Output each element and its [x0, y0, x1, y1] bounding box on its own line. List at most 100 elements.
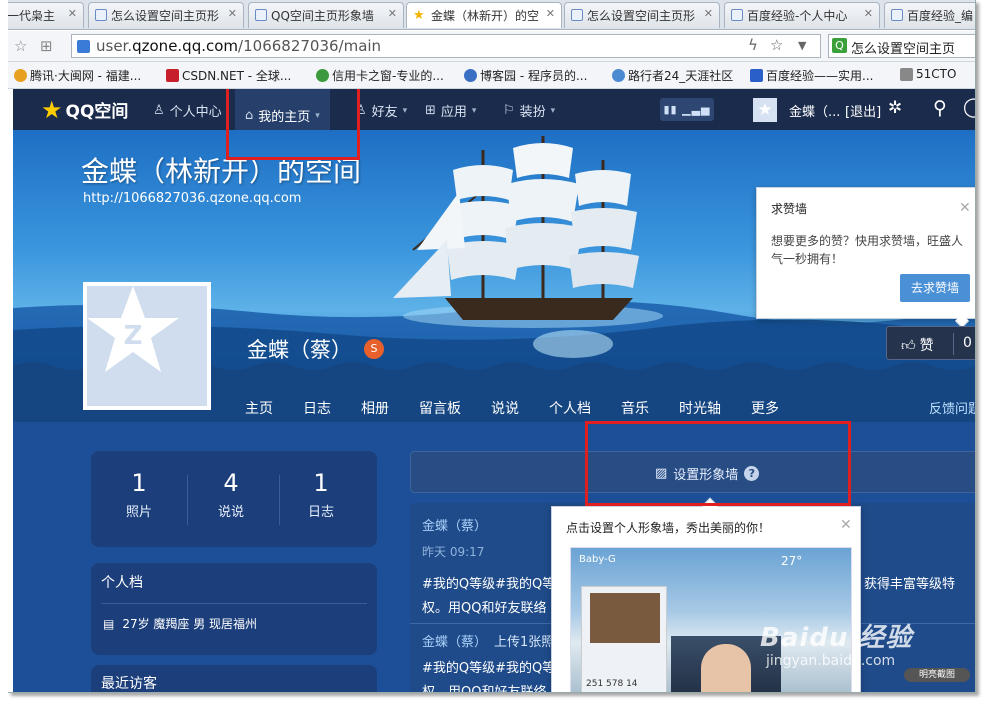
bookmark-item[interactable]: 信用卡之窗-专业的...	[316, 67, 444, 84]
tab-album[interactable]: 相册	[361, 398, 389, 418]
owner-name: 金蝶（蔡） S	[247, 334, 384, 364]
close-icon[interactable]: ✕	[388, 7, 397, 20]
close-icon[interactable]: ✕	[864, 7, 873, 20]
tab-shuoshuo[interactable]: 说说	[491, 398, 519, 418]
bookmark-label: CSDN.NET - 全球...	[182, 69, 292, 83]
highlight-my-homepage	[226, 89, 360, 160]
nav-dressup[interactable]: ⚐ 装扮 ▾	[503, 101, 555, 120]
close-icon[interactable]: ✕	[959, 200, 971, 216]
star-outline-icon[interactable]: ☆	[14, 37, 27, 55]
tab-messages[interactable]: 留言板	[419, 398, 461, 418]
preview-photo	[590, 593, 660, 643]
bookmark-icon	[316, 69, 329, 82]
bookmark-label: 博客园 - 程序员的...	[480, 69, 588, 83]
stat-blogs[interactable]: 1 日志	[281, 469, 361, 520]
feed-text-right: 获得丰富等级特	[864, 577, 956, 592]
logo-text: QQ空间	[65, 102, 129, 122]
tab-home[interactable]: 主页	[245, 398, 273, 418]
logout-link[interactable]: [退出]	[845, 101, 881, 120]
search-input[interactable]: Q 怎么设置空间主页	[828, 34, 975, 58]
tab-music[interactable]: 音乐	[621, 398, 649, 418]
tab-label: 金蝶（林新开）的空	[431, 9, 540, 23]
bookmark-item[interactable]: 腾讯·大闽网 - 福建...	[14, 67, 141, 84]
browser-tab[interactable]: 怎么设置空间主页形 ✕	[88, 2, 244, 28]
popup-title: 点击设置个人形象墙，秀出美丽的你！	[566, 521, 771, 535]
page-icon	[95, 9, 107, 21]
feed-author[interactable]: 金蝶（蔡）	[422, 631, 487, 650]
nav-label: 个人中心	[169, 105, 222, 120]
close-icon[interactable]: ✕	[546, 7, 555, 20]
tab-label: 一代枭主	[8, 9, 56, 23]
url-input[interactable]: user.qzone.qq.com/1066827036/main	[71, 34, 821, 58]
level-badge-icon[interactable]: S	[364, 339, 384, 359]
praise-wall-popup: 求赞墙 ✕ 想要更多的赞？快用求赞墙，旺盛人气一秒拥有！ 去求赞墙	[756, 187, 975, 329]
section-heading: 最近访客	[101, 676, 157, 692]
divider	[101, 603, 367, 604]
like-button[interactable]: 👍︎ 赞 0	[886, 326, 975, 360]
tab-blog[interactable]: 日志	[303, 398, 331, 418]
tab-label: 怎么设置空间主页形	[111, 9, 220, 23]
close-icon[interactable]: ✕	[840, 517, 852, 533]
feed-action: 上传1张照	[494, 635, 555, 650]
stat-shuoshuo[interactable]: 4 说说	[191, 469, 271, 520]
browser-tab[interactable]: 怎么设置空间主页形 ✕	[564, 2, 720, 28]
search-icon[interactable]: ⚲	[933, 97, 947, 119]
bookmark-icon	[166, 69, 179, 82]
browser-tab[interactable]: QQ空间主页形象墙 ✕	[248, 2, 404, 28]
bookmark-item[interactable]: 51CTO	[900, 67, 956, 81]
chat-icon[interactable]: ◯	[963, 96, 975, 118]
page-icon	[891, 9, 903, 21]
bookmark-item[interactable]: 博客园 - 程序员的...	[464, 67, 587, 84]
bookmark-icon	[464, 69, 477, 82]
browser-tab[interactable]: 百度经验_编	[884, 2, 975, 28]
close-icon[interactable]: ✕	[704, 7, 713, 20]
user-name[interactable]: 金蝶（...	[789, 101, 840, 120]
tab-timeline[interactable]: 时光轴	[679, 398, 721, 418]
nav-friends[interactable]: ♙ 好友 ▾	[355, 101, 407, 120]
person-icon: ♙	[153, 103, 165, 118]
tab-profile[interactable]: 个人档	[549, 398, 591, 418]
bookmark-item[interactable]: 百度经验——实用...	[750, 67, 873, 84]
avatar[interactable]: ★	[753, 98, 777, 122]
go-praise-wall-button[interactable]: 去求赞墙	[900, 274, 970, 302]
bookmarks-bar: 腾讯·大闽网 - 福建... CSDN.NET - 全球... 信用卡之窗-专业…	[8, 62, 975, 89]
like-count: 0	[963, 335, 972, 351]
nav-label: 装扮	[519, 105, 546, 120]
star-icon: ★	[41, 95, 63, 124]
bookmark-label: 百度经验——实用...	[766, 69, 874, 83]
stats-chart-icon[interactable]: ▮▮ ▁▃▅	[660, 98, 714, 121]
close-icon[interactable]: ✕	[68, 7, 77, 20]
gear-icon[interactable]: ✲	[888, 98, 902, 118]
watermark-url: jingyan.baidu.com	[766, 653, 896, 669]
stat-photos[interactable]: 1 照片	[99, 469, 179, 520]
shield-icon	[77, 40, 90, 53]
nav-apps[interactable]: ⊞ 应用 ▾	[425, 101, 476, 120]
browser-tab[interactable]: 百度经验-个人中心 ✕	[724, 2, 880, 28]
url-prefix: user.	[96, 37, 133, 55]
bookmark-star-icon[interactable]: ☆	[770, 36, 783, 54]
dropdown-arrow-icon[interactable]: ▼	[798, 39, 806, 52]
top-nav: ★ QQ空间 ♙ 个人中心 ⌂ 我的主页 ▾ ♙ 好友 ▾ ⊞ 应用 ▾ ⚐ 装…	[13, 89, 975, 130]
bookmark-label: 腾讯·大闽网 - 福建...	[30, 69, 142, 83]
id-card-icon: ▤	[103, 616, 115, 631]
tab-more[interactable]: 更多	[751, 398, 779, 418]
grid-icon[interactable]: ⊞	[40, 37, 53, 55]
feed-author[interactable]: 金蝶（蔡）	[422, 515, 487, 534]
url-domain: qzone.qq.com	[132, 37, 239, 55]
qzone-logo[interactable]: ★ QQ空间	[41, 95, 129, 124]
chevron-down-icon: ▾	[471, 105, 477, 116]
profile-avatar[interactable]: Z	[83, 282, 211, 410]
close-icon[interactable]: ✕	[228, 7, 237, 20]
bookmark-item[interactable]: CSDN.NET - 全球...	[166, 67, 291, 84]
stat-label: 日志	[307, 505, 334, 520]
like-label: 赞	[919, 338, 934, 354]
address-bar-row: ☆ ⊞ user.qzone.qq.com/1066827036/main ϟ …	[8, 31, 975, 62]
bookmark-item[interactable]: 路行者24_天涯社区	[612, 67, 733, 84]
nav-personal-center[interactable]: ♙ 个人中心	[153, 101, 222, 120]
space-url[interactable]: http://1066827036.qzone.qq.com	[83, 191, 301, 206]
browser-tab[interactable]: 一代枭主 ✕	[8, 2, 84, 28]
browser-tab-active[interactable]: ★ 金蝶（林新开）的空 ✕	[406, 2, 562, 28]
popup-title: 求赞墙	[771, 202, 808, 216]
feedback-link[interactable]: 反馈问题	[929, 398, 975, 417]
lightning-icon[interactable]: ϟ	[748, 36, 758, 54]
